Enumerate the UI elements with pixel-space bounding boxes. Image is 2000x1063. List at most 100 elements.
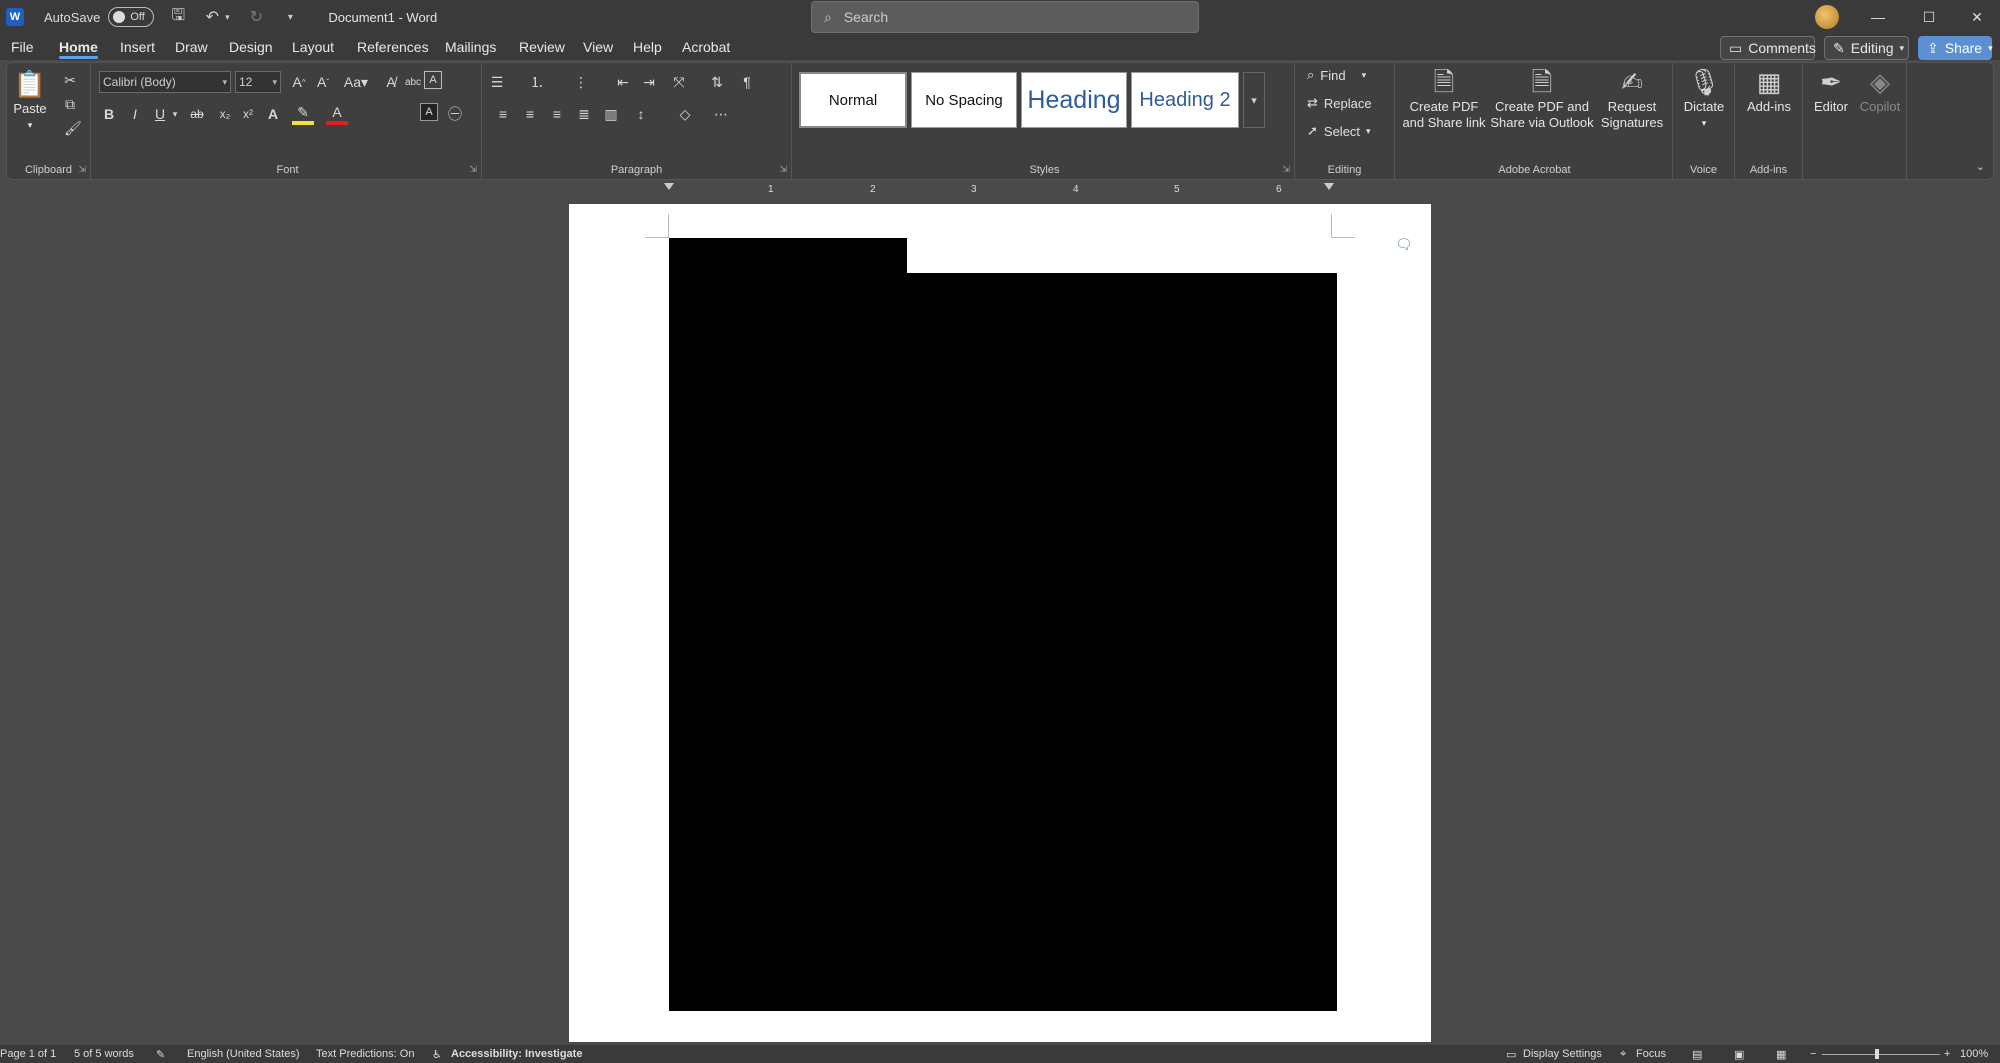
dictate-button[interactable]: 🎙 Dictate ▾ [1679, 65, 1729, 131]
collapse-ribbon-icon[interactable]: ⌄ [1976, 160, 1985, 173]
decrease-indent-icon[interactable]: ⇤ [612, 71, 634, 93]
share-button[interactable]: ⇪ Share ▾ [1918, 36, 1993, 60]
style-no-spacing[interactable]: No Spacing [911, 72, 1017, 128]
style-heading[interactable]: Heading [1021, 72, 1127, 128]
tab-layout[interactable]: Layout [292, 39, 334, 55]
enclose-characters-icon[interactable]: ㊀ [444, 103, 466, 125]
text-effects-icon[interactable]: A [262, 103, 284, 125]
close-button[interactable]: ✕ [1954, 0, 2000, 34]
shading-icon[interactable]: ◇ [674, 103, 696, 125]
zoom-level[interactable]: 100% [1960, 1048, 1988, 1060]
character-border-icon[interactable]: A [424, 71, 442, 89]
tab-design[interactable]: Design [229, 39, 273, 55]
borders-icon[interactable]: ⋯ [710, 103, 732, 125]
maximize-button[interactable]: ☐ [1906, 0, 1952, 34]
change-case-icon[interactable]: Aa▾ [342, 71, 370, 93]
read-mode-icon[interactable]: ▤ [1692, 1048, 1702, 1061]
tab-references[interactable]: References [357, 39, 429, 55]
zoom-slider-thumb[interactable] [1875, 1049, 1879, 1059]
document-page[interactable]: 🗨 [569, 204, 1431, 1042]
request-signatures-button[interactable]: ✍ Request Signatures [1595, 65, 1669, 131]
customize-toolbar-icon[interactable]: ▾ [280, 12, 300, 23]
strikethrough-icon[interactable]: ab [186, 103, 208, 125]
subscript-icon[interactable]: x₂ [214, 103, 236, 125]
distributed-icon[interactable]: ▥ [600, 103, 622, 125]
style-normal[interactable]: Normal [799, 72, 907, 128]
styles-launcher-icon[interactable]: ⇲ [1282, 164, 1290, 175]
print-layout-icon[interactable]: ▣ [1734, 1048, 1744, 1061]
web-layout-icon[interactable]: ▦ [1776, 1048, 1786, 1061]
tab-file[interactable]: File [11, 39, 34, 55]
asian-layout-icon[interactable]: ⤧ [668, 71, 690, 93]
tab-draw[interactable]: Draw [175, 39, 208, 55]
text-predictions[interactable]: Text Predictions: On [316, 1048, 414, 1060]
shrink-font-icon[interactable]: Aˇ [312, 71, 334, 93]
select-button[interactable]: ➚ Select ▾ [1307, 123, 1371, 139]
zoom-slider[interactable] [1822, 1054, 1940, 1055]
multilevel-list-icon[interactable]: ⋮ [570, 71, 592, 93]
italic-icon[interactable]: I [124, 103, 146, 125]
create-pdf-outlook-button[interactable]: 🗎 Create PDF and Share via Outlook [1489, 65, 1595, 131]
format-painter-icon[interactable]: 🖌 [62, 117, 84, 139]
find-button[interactable]: ⌕ Find ▾ [1307, 67, 1366, 83]
align-center-icon[interactable]: ≡ [519, 103, 541, 125]
clipboard-launcher-icon[interactable]: ⇲ [78, 164, 86, 175]
search-box[interactable]: ⌕ Search [811, 1, 1199, 33]
styles-more-icon[interactable]: ▾ [1243, 72, 1265, 128]
paste-button[interactable]: 📋 Paste ▾ [12, 67, 48, 133]
focus-mode[interactable]: Focus [1636, 1048, 1666, 1060]
character-shading-icon[interactable]: A [420, 103, 438, 121]
align-right-icon[interactable]: ≡ [546, 103, 568, 125]
editing-mode-button[interactable]: ✎ Editing ▾ [1824, 36, 1909, 60]
tab-view[interactable]: View [583, 39, 613, 55]
sort-icon[interactable]: ⇅ [706, 71, 728, 93]
tab-help[interactable]: Help [633, 39, 662, 55]
language[interactable]: English (United States) [187, 1048, 300, 1060]
right-indent-marker-icon[interactable] [1324, 183, 1334, 190]
font-launcher-icon[interactable]: ⇲ [469, 164, 477, 175]
undo-dropdown-icon[interactable]: ▾ [222, 12, 232, 23]
replace-button[interactable]: ⇄ Replace [1307, 95, 1372, 111]
superscript-icon[interactable]: x² [237, 103, 259, 125]
avatar[interactable] [1815, 5, 1839, 29]
chevron-down-icon[interactable]: ▾ [164, 103, 186, 125]
line-spacing-icon[interactable]: ↕ [630, 103, 652, 125]
comments-button[interactable]: ▭ Comments [1720, 36, 1816, 60]
highlight-color-icon[interactable]: ✎ [292, 103, 314, 125]
numbering-icon[interactable]: ⒈ [526, 71, 548, 93]
page-count[interactable]: Page 1 of 1 [0, 1048, 56, 1060]
align-left-icon[interactable]: ≡ [492, 103, 514, 125]
increase-indent-icon[interactable]: ⇥ [638, 71, 660, 93]
redo-icon[interactable]: ↻ [246, 7, 266, 27]
addins-button[interactable]: ▦ Add-ins [1741, 65, 1797, 115]
editor-button[interactable]: ✒ Editor [1807, 65, 1855, 115]
grow-font-icon[interactable]: A ^ [288, 71, 310, 93]
accessibility-status[interactable]: Accessibility: Investigate [451, 1048, 582, 1060]
word-count[interactable]: 5 of 5 words [74, 1048, 134, 1060]
copy-icon[interactable]: ⧉ [59, 93, 81, 115]
left-indent-marker-icon[interactable] [664, 183, 674, 190]
undo-icon[interactable]: ↶ [202, 7, 222, 27]
bold-icon[interactable]: B [98, 103, 120, 125]
bullets-icon[interactable]: ☰ [486, 71, 508, 93]
tab-home[interactable]: Home [59, 39, 98, 59]
create-pdf-share-link-button[interactable]: 🗎 Create PDF and Share link [1399, 65, 1489, 131]
justify-icon[interactable]: ≣ [573, 103, 595, 125]
cut-icon[interactable]: ✂ [59, 69, 81, 91]
style-heading-2[interactable]: Heading 2 [1131, 72, 1239, 128]
font-name-select[interactable]: Calibri (Body) ▾ [99, 71, 231, 93]
paragraph-launcher-icon[interactable]: ⇲ [779, 164, 787, 175]
copilot-button[interactable]: ◈ Copilot [1855, 65, 1905, 115]
add-comment-icon[interactable]: 🗨 [1395, 236, 1413, 253]
clear-formatting-icon[interactable]: A̸ [380, 71, 402, 93]
tab-review[interactable]: Review [519, 39, 565, 55]
show-formatting-icon[interactable]: ¶ [736, 71, 758, 93]
phonetic-guide-icon[interactable]: abc [402, 71, 424, 93]
font-color-icon[interactable]: A [326, 103, 348, 125]
zoom-in-icon[interactable]: + [1944, 1048, 1950, 1060]
save-icon[interactable]: 🖫 [168, 4, 188, 31]
display-settings[interactable]: Display Settings [1523, 1048, 1602, 1060]
autosave-toggle[interactable]: Off [108, 7, 155, 27]
tab-insert[interactable]: Insert [120, 39, 155, 55]
font-size-select[interactable]: 12 ▾ [235, 71, 281, 93]
